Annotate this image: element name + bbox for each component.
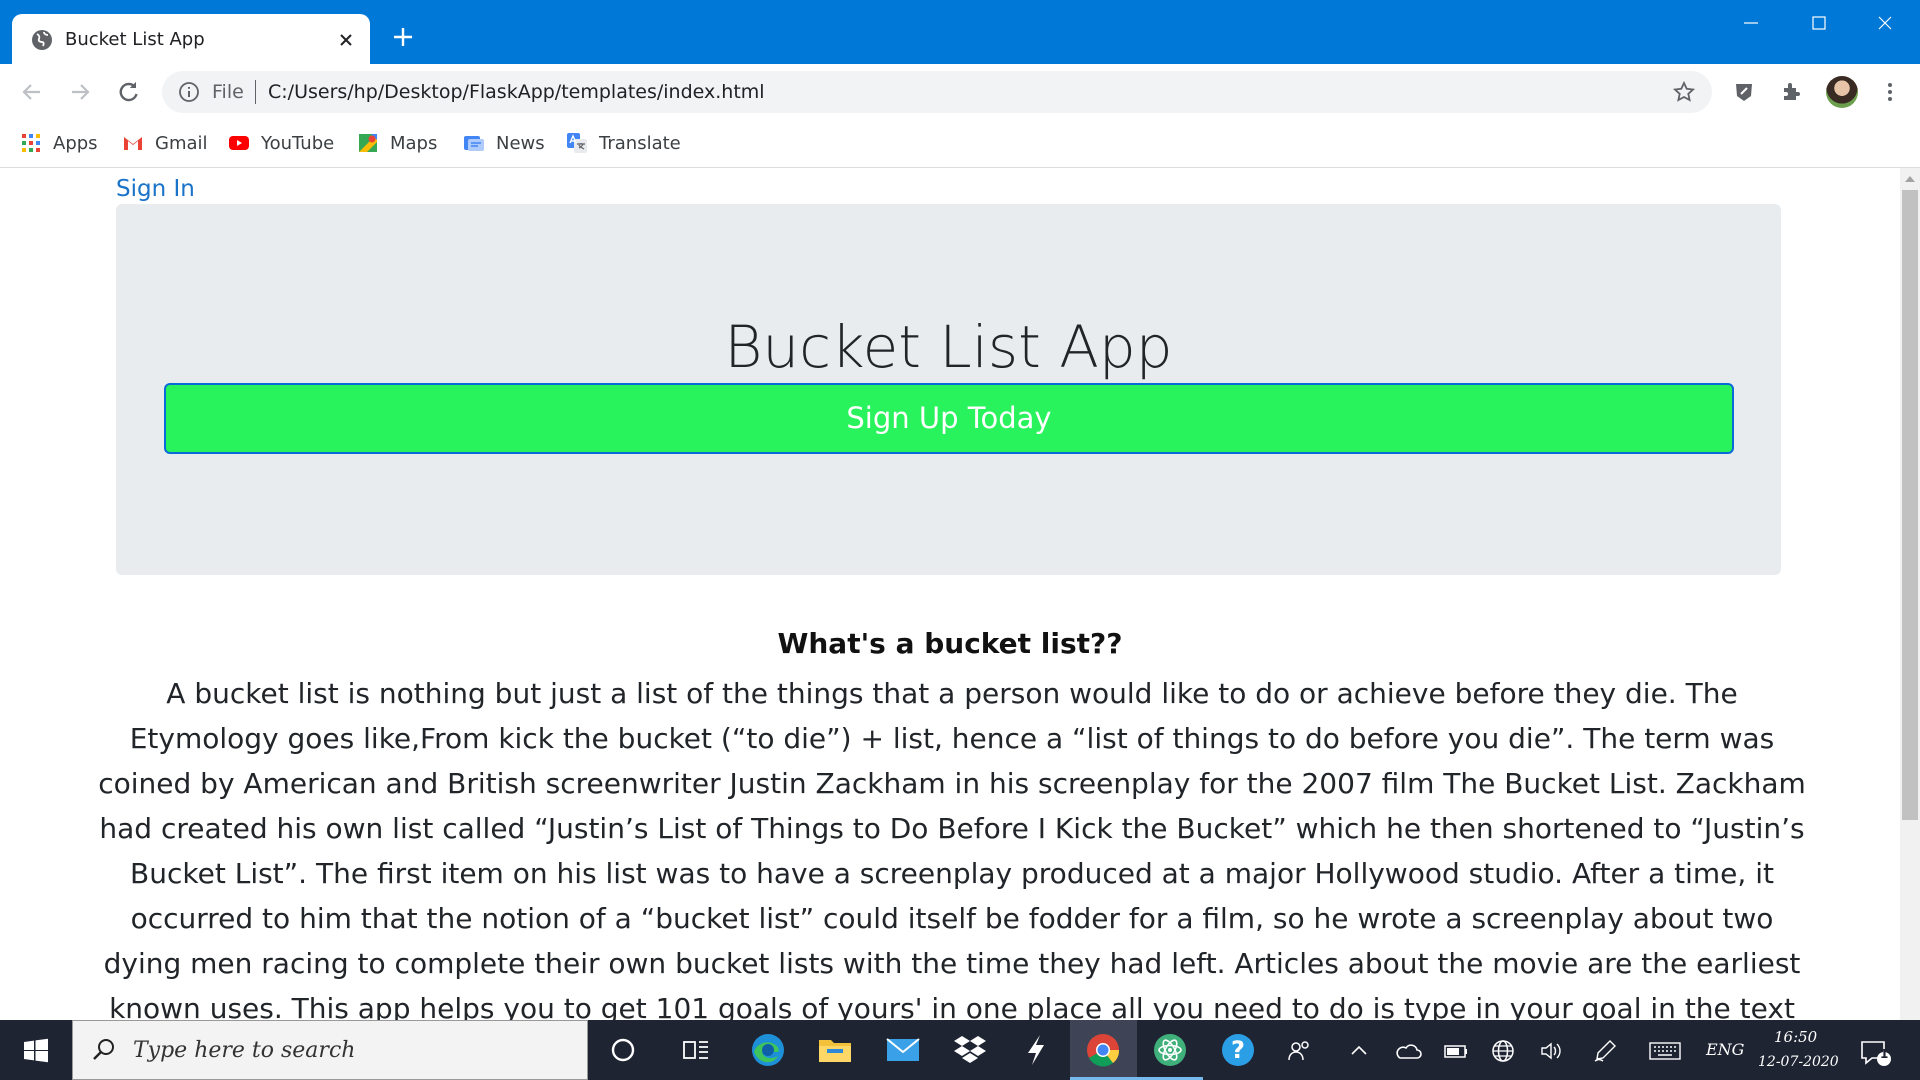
atom-editor-icon[interactable] — [1136, 1030, 1203, 1080]
close-tab-icon[interactable] — [334, 28, 358, 52]
bookmark-apps[interactable]: Apps — [20, 129, 98, 157]
extension-shield-icon[interactable] — [1732, 80, 1756, 104]
people-icon[interactable] — [1287, 1038, 1313, 1064]
edge-browser-icon[interactable] — [748, 1030, 788, 1070]
search-icon — [93, 1039, 114, 1060]
battery-icon[interactable] — [1442, 1038, 1468, 1064]
back-arrow-icon[interactable] — [18, 78, 46, 106]
bookmark-translate[interactable]: Translate — [566, 129, 681, 157]
help-icon[interactable]: ? — [1218, 1030, 1258, 1070]
address-url[interactable]: C:/Users/hp/Desktop/FlaskApp/templates/i… — [268, 81, 765, 103]
windows-taskbar: Type here to search ? ENG 16:50 12-07-20… — [0, 1020, 1920, 1080]
maximize-window-icon[interactable] — [1796, 8, 1842, 38]
profile-avatar[interactable] — [1826, 76, 1858, 108]
bookmark-label: News — [496, 132, 545, 154]
browser-title-bar: Bucket List App — [0, 0, 1920, 66]
svg-text:?: ? — [1231, 1036, 1245, 1064]
onedrive-cloud-icon[interactable] — [1394, 1038, 1422, 1064]
forward-arrow-icon[interactable] — [66, 78, 94, 106]
close-window-icon[interactable] — [1862, 8, 1908, 38]
info-icon[interactable] — [178, 81, 200, 103]
search-placeholder: Type here to search — [133, 1038, 356, 1063]
windows-start-icon[interactable] — [0, 1020, 72, 1080]
jumbotron: Bucket List App Sign Up Today — [116, 204, 1781, 575]
gmail-icon — [124, 137, 142, 150]
browser-menu-icon[interactable] — [1878, 80, 1902, 104]
page-scrollbar[interactable] — [1900, 168, 1920, 1020]
extensions-puzzle-icon[interactable] — [1780, 80, 1804, 104]
about-heading: What's a bucket list?? — [777, 627, 1123, 660]
apps-grid-icon — [22, 134, 40, 152]
bookmark-youtube[interactable]: YouTube — [228, 129, 334, 157]
bookmark-maps[interactable]: Maps — [357, 129, 437, 157]
address-scheme: File — [212, 81, 244, 103]
file-explorer-icon[interactable] — [815, 1030, 855, 1070]
bookmark-label: Gmail — [155, 132, 208, 154]
translate-icon — [567, 133, 587, 153]
clock-time[interactable]: 16:50 — [1774, 1028, 1817, 1046]
chevron-up-icon[interactable] — [1346, 1038, 1372, 1064]
bookmark-gmail[interactable]: Gmail — [122, 129, 208, 157]
cortana-icon[interactable] — [603, 1030, 643, 1070]
bookmarks-bar: Apps Gmail YouTube Maps News Translate — [0, 120, 1920, 168]
bookmark-label: YouTube — [261, 132, 335, 154]
news-icon — [464, 136, 484, 151]
globe-icon — [32, 30, 52, 50]
volume-icon[interactable] — [1538, 1038, 1564, 1064]
clock-date[interactable]: 12-07-2020 — [1758, 1054, 1839, 1070]
language-indicator[interactable]: ENG — [1706, 1040, 1744, 1059]
mail-icon[interactable] — [883, 1030, 923, 1070]
address-bar[interactable]: File C:/Users/hp/Desktop/FlaskApp/templa… — [162, 71, 1712, 113]
notification-count-badge: 1 — [1880, 1047, 1889, 1061]
new-tab-icon[interactable] — [390, 24, 416, 50]
notification-center-icon[interactable]: 1 — [1858, 1038, 1892, 1066]
dropbox-icon[interactable] — [950, 1030, 990, 1070]
taskbar-search-box[interactable]: Type here to search — [72, 1020, 588, 1080]
maps-icon — [359, 134, 377, 152]
bookmark-label: Apps — [53, 132, 98, 154]
web-page-content: Sign In Bucket List App Sign Up Today Wh… — [0, 168, 1900, 1020]
signin-link[interactable]: Sign In — [116, 174, 195, 204]
network-globe-icon[interactable] — [1490, 1038, 1516, 1064]
browser-tab-active[interactable]: Bucket List App — [12, 14, 370, 66]
touch-keyboard-icon[interactable] — [1648, 1038, 1682, 1064]
scroll-up-arrow-icon[interactable] — [1904, 174, 1916, 184]
browser-toolbar: File C:/Users/hp/Desktop/FlaskApp/templa… — [0, 64, 1920, 120]
page-title: Bucket List App — [724, 313, 1173, 381]
task-view-icon[interactable] — [676, 1030, 716, 1070]
bookmark-news[interactable]: News — [463, 129, 545, 157]
address-separator — [255, 80, 256, 104]
pen-workspace-icon[interactable] — [1592, 1038, 1618, 1064]
tab-title: Bucket List App — [65, 29, 205, 50]
bookmark-star-icon[interactable] — [1672, 80, 1696, 104]
reload-icon[interactable] — [114, 78, 142, 106]
app-lightning-icon[interactable] — [1016, 1030, 1056, 1070]
chrome-icon[interactable] — [1083, 1030, 1123, 1070]
scrollbar-thumb[interactable] — [1902, 190, 1918, 820]
signup-button[interactable]: Sign Up Today — [164, 383, 1734, 454]
youtube-icon — [229, 136, 249, 150]
bookmark-label: Translate — [599, 132, 681, 154]
about-paragraph: A bucket list is nothing but just a list… — [98, 677, 1806, 1020]
bookmark-label: Maps — [390, 132, 438, 154]
minimize-window-icon[interactable] — [1728, 8, 1774, 38]
